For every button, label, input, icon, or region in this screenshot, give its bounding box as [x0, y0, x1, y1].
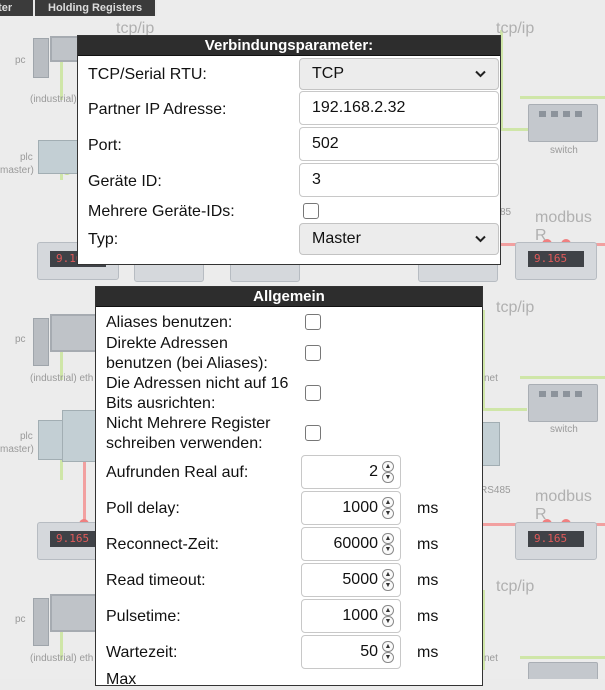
read-timeout-label: Read timeout: — [106, 572, 206, 589]
tcp-serial-value: TCP — [312, 65, 344, 82]
pulsetime-unit: ms — [417, 608, 439, 625]
chevron-down-icon — [475, 224, 486, 243]
multiple-device-ids-checkbox[interactable] — [303, 203, 319, 219]
spinner-icon[interactable]: ▲ ▼ — [382, 569, 394, 591]
multiple-device-ids-label: Mehrere Geräte-IDs: — [88, 203, 235, 220]
general-panel: Allgemein Aliases benutzen: Direkte Adre… — [95, 286, 483, 688]
poll-delay-label: Poll delay: — [106, 500, 180, 517]
read-timeout-input[interactable]: 5000 ▲ ▼ — [301, 563, 401, 597]
aliases-checkbox[interactable] — [305, 314, 321, 330]
no-multiple-registers-checkbox[interactable] — [305, 425, 321, 441]
connection-parameters-panel: Verbindungsparameter: TCP/Serial RTU: TC… — [77, 35, 501, 265]
tab-master[interactable]: ster — [0, 0, 35, 16]
tcp-serial-label: TCP/Serial RTU: — [88, 66, 207, 83]
register-tabs: ster Holding Registers — [0, 0, 158, 16]
poll-delay-unit: ms — [417, 500, 439, 517]
no-multiple-registers-label: Nicht Mehrere Register schreiben verwend… — [106, 415, 271, 452]
reconnect-time-unit: ms — [417, 536, 439, 553]
type-select[interactable]: Master — [299, 223, 499, 255]
pulsetime-input[interactable]: 1000 ▲ ▼ — [301, 599, 401, 633]
round-real-input[interactable]: 2 ▲ ▼ — [301, 455, 401, 489]
spinner-icon[interactable]: ▲ ▼ — [382, 641, 394, 663]
device-id-label: Geräte ID: — [88, 173, 162, 190]
poll-delay-input[interactable]: 1000 ▲ ▼ — [301, 491, 401, 525]
direct-addresses-checkbox[interactable] — [305, 345, 321, 361]
spinner-icon[interactable]: ▲ ▼ — [382, 533, 394, 555]
port-input[interactable]: 502 — [299, 127, 499, 161]
tcp-serial-select[interactable]: TCP — [299, 58, 499, 90]
wait-time-input[interactable]: 50 ▲ ▼ — [301, 635, 401, 669]
no-16bit-alignment-label: Die Adressen nicht auf 16 Bits ausrichte… — [106, 375, 289, 412]
general-title: Allgemein — [96, 287, 482, 307]
wait-time-unit: ms — [417, 644, 439, 661]
partner-ip-input[interactable]: 192.168.2.32 — [299, 91, 499, 125]
chevron-down-icon — [475, 59, 486, 78]
device-id-input[interactable]: 3 — [299, 163, 499, 197]
spinner-icon[interactable]: ▲ ▼ — [382, 605, 394, 627]
reconnect-time-input[interactable]: 60000 ▲ ▼ — [301, 527, 401, 561]
wait-time-label: Wartezeit: — [106, 644, 178, 661]
type-value: Master — [312, 230, 361, 247]
round-real-label: Aufrunden Real auf: — [106, 464, 249, 481]
connection-parameters-title: Verbindungsparameter: — [78, 36, 500, 56]
spinner-icon[interactable]: ▲ ▼ — [382, 497, 394, 519]
direct-addresses-label: Direkte Adressen benutzen (bei Aliases): — [106, 335, 268, 372]
spinner-icon[interactable]: ▲ ▼ — [382, 461, 394, 483]
type-label: Typ: — [88, 231, 119, 248]
read-timeout-unit: ms — [417, 572, 439, 589]
tab-holding-registers[interactable]: Holding Registers — [35, 0, 158, 16]
aliases-label: Aliases benutzen: — [106, 314, 233, 331]
max-label: Max — [106, 671, 137, 688]
reconnect-time-label: Reconnect-Zeit: — [106, 536, 219, 553]
partner-ip-label: Partner IP Adresse: — [88, 101, 227, 118]
no-16bit-alignment-checkbox[interactable] — [305, 385, 321, 401]
pulsetime-label: Pulsetime: — [106, 608, 181, 625]
port-label: Port: — [88, 137, 122, 154]
